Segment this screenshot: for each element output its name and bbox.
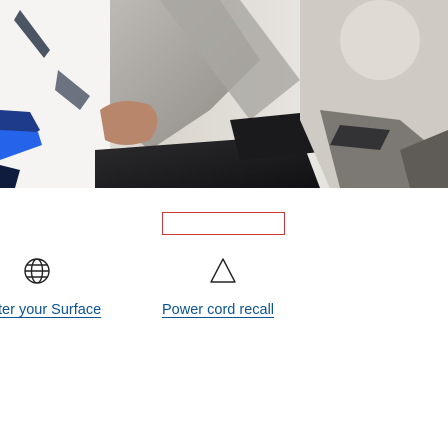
warning-triangle-icon bbox=[208, 256, 238, 286]
page: ter your Surface Power cord recall bbox=[0, 0, 448, 448]
globe-icon bbox=[22, 256, 52, 286]
hero-photo bbox=[0, 0, 448, 188]
power-cord-recall-link[interactable]: Power cord recall bbox=[162, 302, 274, 318]
highlight-box bbox=[162, 212, 285, 235]
register-surface-link[interactable]: ter your Surface bbox=[0, 302, 101, 318]
